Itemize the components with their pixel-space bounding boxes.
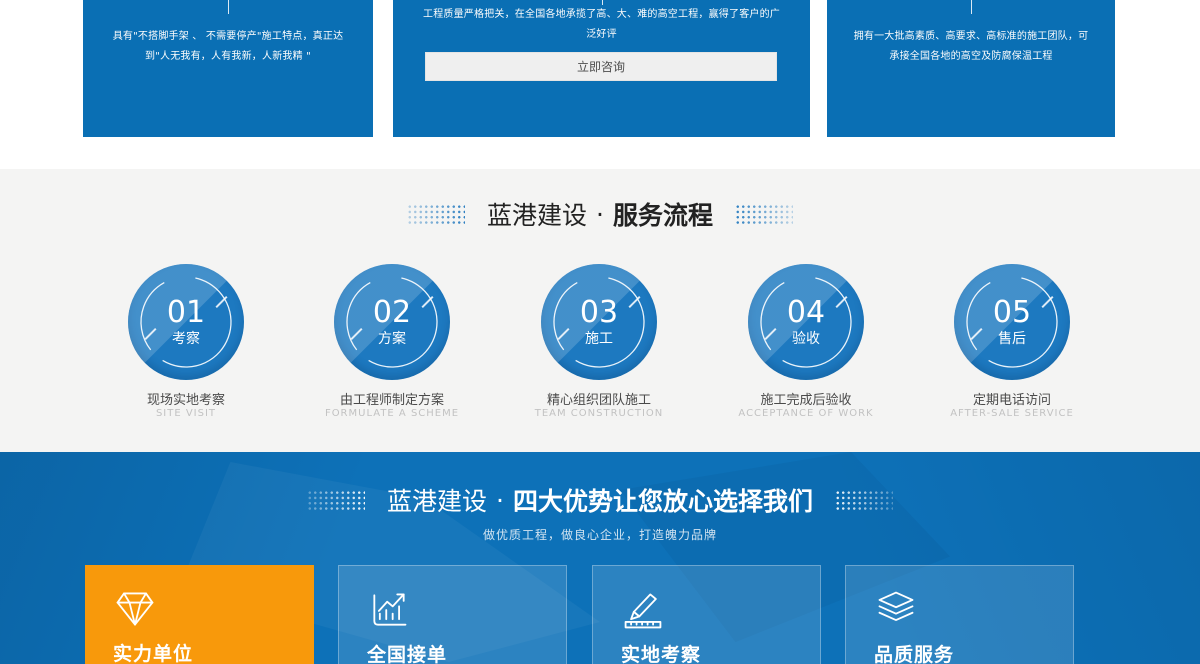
step-circle-badge: 04 验收 [748,264,864,380]
intro-card-quality: 工程质量严格把关，在全国各地承揽了高、大、难的高空工程，赢得了客户的广泛好评 立… [393,0,810,137]
advantage-card-quality[interactable]: 品质服务 QUALITY SERVICE [845,565,1074,664]
layers-icon [874,588,918,632]
advantages-section-title: 蓝港建设 · 四大优势让您放心选择我们 [0,482,1200,518]
intro-card-text: 具有"不搭脚手架 、 不需要停产"施工特点，真正达到"人无我有，人有我新，人新我… [107,27,349,67]
process-step: 03 施工 精心组织团队施工 TEAM CONSTRUCTION [509,264,689,434]
intro-card-team: 拥有一大批高素质、高要求、高标准的施工团队，可承接全国各地的高空及防腐保温工程 [827,0,1115,137]
intro-card-text: 工程质量严格把关，在全国各地承揽了高、大、难的高空工程，赢得了客户的广泛好评 [421,5,783,45]
title-separator: · [496,486,504,515]
diamond-icon [113,587,157,631]
intro-cards-section: 具有"不搭脚手架 、 不需要停产"施工特点，真正达到"人无我有，人有我新，人新我… [0,0,1200,169]
service-process-section: 蓝港建设 · 服务流程 01 考察 现场实地考察 SITE VISIT [0,169,1200,452]
process-step: 05 售后 定期电话访问 AFTER-SALE SERVICE [922,264,1102,434]
step-description-en: FORMULATE A SCHEME [302,408,482,419]
step-number: 05 [993,297,1031,329]
dots-decoration-icon [407,204,465,224]
process-step: 01 考察 现场实地考察 SITE VISIT [96,264,276,434]
step-description-en: SITE VISIT [96,408,276,419]
intro-card-feature: 具有"不搭脚手架 、 不需要停产"施工特点，真正达到"人无我有，人有我新，人新我… [83,0,373,137]
advantage-title: 实力单位 [113,639,193,664]
advantages-section: 蓝港建设 · 四大优势让您放心选择我们 做优质工程，做良心企业，打造魄力品牌 实… [0,452,1200,664]
step-name: 考察 [172,330,200,348]
step-description-en: AFTER-SALE SERVICE [922,408,1102,419]
step-circle-badge: 03 施工 [541,264,657,380]
step-description-en: TEAM CONSTRUCTION [509,408,689,419]
brand-name: 蓝港建设 [487,196,587,232]
process-section-title: 蓝港建设 · 服务流程 [0,196,1200,232]
advantage-card-strength[interactable]: 实力单位 STRENGTH UNIT [85,565,314,664]
dots-decoration-icon [835,490,893,510]
step-circle-badge: 01 考察 [128,264,244,380]
step-description: 由工程师制定方案 [302,389,482,408]
step-number: 02 [373,297,411,329]
step-name: 售后 [998,330,1026,348]
step-description: 现场实地考察 [96,389,276,408]
divider [228,0,229,14]
process-title-text: 服务流程 [613,196,713,232]
step-name: 施工 [585,330,613,348]
step-number: 04 [787,297,825,329]
step-name: 方案 [378,330,406,348]
step-description-en: ACCEPTANCE OF WORK [716,408,896,419]
brand-name: 蓝港建设 [387,482,487,518]
advantages-subtitle: 做优质工程，做良心企业，打造魄力品牌 [0,526,1200,543]
step-description: 定期电话访问 [922,389,1102,408]
step-description: 施工完成后验收 [716,389,896,408]
advantage-card-investigation[interactable]: 实地考察 INVESTIGATION [592,565,821,664]
landing-page: 具有"不搭脚手架 、 不需要停产"施工特点，真正达到"人无我有，人有我新，人新我… [0,0,1200,664]
intro-card-text: 拥有一大批高素质、高要求、高标准的施工团队，可承接全国各地的高空及防腐保温工程 [850,27,1092,67]
dots-decoration-icon [307,490,365,510]
pencil-ruler-icon [621,588,665,632]
divider [971,0,972,14]
consult-now-button[interactable]: 立即咨询 [425,52,777,81]
process-step: 02 方案 由工程师制定方案 FORMULATE A SCHEME [302,264,482,434]
advantage-title: 品质服务 [874,640,954,664]
step-number: 01 [167,297,205,329]
step-name: 验收 [792,330,820,348]
dots-decoration-icon [735,204,793,224]
step-description: 精心组织团队施工 [509,389,689,408]
advantage-title: 全国接单 [367,640,447,664]
step-number: 03 [580,297,618,329]
advantage-title: 实地考察 [621,640,701,664]
step-circle-badge: 02 方案 [334,264,450,380]
process-step: 04 验收 施工完成后验收 ACCEPTANCE OF WORK [716,264,896,434]
step-circle-badge: 05 售后 [954,264,1070,380]
title-separator: · [596,200,604,229]
advantage-card-orders[interactable]: 全国接单 ORDER ACCEPTANCE [338,565,567,664]
advantages-title-text: 四大优势让您放心选择我们 [513,482,813,518]
growth-chart-icon [367,588,411,632]
